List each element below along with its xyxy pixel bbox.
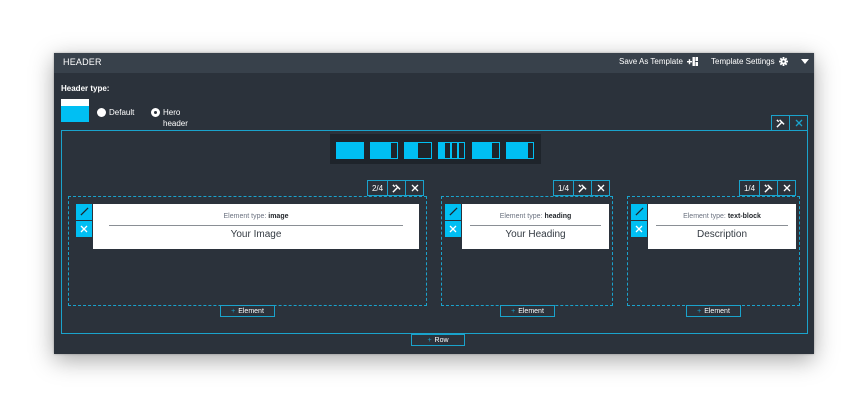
column-2-element-value: Your Heading xyxy=(505,229,566,240)
template-settings-label: Template Settings xyxy=(711,57,775,66)
column-2-element-type: Element type: heading xyxy=(499,213,572,220)
collapse-toggle[interactable] xyxy=(801,59,809,64)
column-3-size[interactable]: 1/4 xyxy=(740,181,760,195)
plus-icon: + xyxy=(231,307,236,315)
add-row-button[interactable]: + Row xyxy=(411,334,465,346)
column-3-element-card[interactable]: Element type: text-block Description xyxy=(648,204,796,249)
column-2-edit-button[interactable] xyxy=(445,204,461,220)
gear-icon xyxy=(778,57,788,66)
column-3-element-value: Description xyxy=(696,229,748,240)
header-panel: HEADER Save As Template Template Setting… xyxy=(54,53,814,354)
layout-option-full[interactable] xyxy=(336,142,364,159)
column-3-element-type: Element type: text-block xyxy=(683,213,761,220)
column-1-element-type: Element type: image xyxy=(223,213,289,220)
panel-title: HEADER xyxy=(63,57,102,67)
column-1-add-element-button[interactable]: + Element xyxy=(220,305,275,317)
close-icon xyxy=(635,220,643,238)
panel-titlebar: HEADER Save As Template Template Setting… xyxy=(54,53,814,73)
header-type-thumbnail xyxy=(61,99,89,122)
column-3-add-element-button[interactable]: + Element xyxy=(686,305,741,317)
header-type-default-option[interactable]: Default xyxy=(97,107,134,118)
wrench-icon xyxy=(578,183,587,193)
plus-icon: + xyxy=(511,307,516,315)
layout-option-3-1[interactable] xyxy=(370,142,398,159)
column-3-settings-button[interactable] xyxy=(760,181,778,195)
save-as-template-label: Save As Template xyxy=(619,57,683,66)
divider xyxy=(109,225,403,226)
column-3-remove-button[interactable] xyxy=(778,181,796,195)
column-3-delete-button[interactable] xyxy=(631,221,647,237)
column-2-remove-button[interactable] xyxy=(592,181,610,195)
close-icon xyxy=(411,184,419,192)
row-toolbox xyxy=(771,115,808,131)
close-icon xyxy=(449,220,457,238)
layout-option-2-1[interactable] xyxy=(472,142,500,159)
close-icon xyxy=(597,184,605,192)
pencil-icon xyxy=(79,203,89,221)
radio-default[interactable] xyxy=(97,108,106,117)
row-settings-button[interactable] xyxy=(772,116,790,130)
column-1-size[interactable]: 2/4 xyxy=(368,181,388,195)
column-3-toolbox: 1/4 xyxy=(739,180,796,196)
caret-down-icon xyxy=(801,59,809,64)
column-1-element-value: Your Image xyxy=(230,229,282,240)
layout-option-1-3[interactable] xyxy=(404,142,432,159)
header-type-hero-option[interactable]: Hero header xyxy=(151,107,188,129)
column-1-settings-button[interactable] xyxy=(388,181,406,195)
radio-hero[interactable] xyxy=(151,108,160,117)
column-1-element-card[interactable]: Element type: image Your Image xyxy=(93,204,419,249)
column-2-delete-button[interactable] xyxy=(445,221,461,237)
column-1-edit-button[interactable] xyxy=(76,204,92,220)
pencil-icon xyxy=(634,203,644,221)
column-layout-picker xyxy=(330,134,541,164)
close-icon xyxy=(80,220,88,238)
template-settings-button[interactable]: Template Settings xyxy=(711,57,788,66)
layout-option-quarters[interactable] xyxy=(438,142,465,159)
column-2-element-card[interactable]: Element type: heading Your Heading xyxy=(462,204,609,249)
pencil-icon xyxy=(448,203,458,221)
row-remove-button[interactable] xyxy=(790,116,808,130)
header-type-label: Header type: xyxy=(61,84,110,93)
wrench-icon xyxy=(764,183,773,193)
wrench-icon xyxy=(392,183,401,193)
header-type-default-label: Default xyxy=(109,108,135,117)
column-2-add-element-button[interactable]: + Element xyxy=(500,305,555,317)
plus-icon: + xyxy=(427,336,432,344)
column-2-toolbox: 1/4 xyxy=(553,180,610,196)
add-template-icon xyxy=(686,57,698,66)
column-1-toolbox: 2/4 xyxy=(367,180,424,196)
divider xyxy=(470,225,601,226)
layout-option-1-2-1[interactable] xyxy=(506,142,534,159)
save-as-template-button[interactable]: Save As Template xyxy=(619,57,698,66)
column-2-settings-button[interactable] xyxy=(574,181,592,195)
column-1-delete-button[interactable] xyxy=(76,221,92,237)
column-2-size[interactable]: 1/4 xyxy=(554,181,574,195)
close-icon xyxy=(783,184,791,192)
plus-icon: + xyxy=(697,307,702,315)
column-3-edit-button[interactable] xyxy=(631,204,647,220)
divider xyxy=(656,225,788,226)
close-icon xyxy=(795,119,803,127)
wrench-icon xyxy=(776,118,785,128)
column-1-remove-button[interactable] xyxy=(406,181,424,195)
